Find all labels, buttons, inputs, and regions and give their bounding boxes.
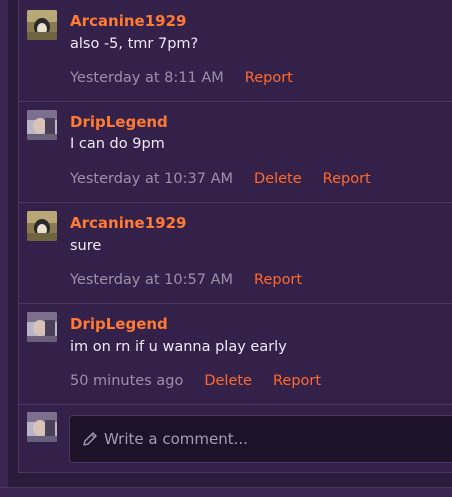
comment-author[interactable]: Arcanine1929 <box>70 214 186 232</box>
current-user-avatar-image <box>27 412 57 442</box>
comment-item: DripLegend im on rn if u wanna play earl… <box>19 304 452 405</box>
avatar-arcanine[interactable] <box>27 211 57 241</box>
avatar-arcanine[interactable] <box>27 10 57 40</box>
page: Arcanine1929 also -5, tmr 7pm? Yesterday… <box>0 0 452 497</box>
comment-meta: Yesterday at 10:57 AM Report <box>70 272 302 288</box>
avatar-driplegend-image <box>27 312 57 342</box>
comment-timestamp[interactable]: Yesterday at 8:11 AM <box>70 70 224 86</box>
comment-thread: Arcanine1929 also -5, tmr 7pm? Yesterday… <box>18 0 452 473</box>
comment-item: DripLegend I can do 9pm Yesterday at 10:… <box>19 102 452 203</box>
left-rail <box>0 0 8 497</box>
comment-text: I can do 9pm <box>70 136 165 152</box>
bottom-bar <box>0 487 452 497</box>
comment-meta: Yesterday at 8:11 AM Report <box>70 70 293 86</box>
comment-timestamp[interactable]: 50 minutes ago <box>70 373 183 389</box>
report-link[interactable]: Report <box>245 70 293 86</box>
report-link[interactable]: Report <box>273 373 321 389</box>
comment-meta: 50 minutes ago Delete Report <box>70 373 321 389</box>
avatar-driplegend-image <box>27 110 57 140</box>
comment-author[interactable]: DripLegend <box>70 315 168 333</box>
comment-timestamp[interactable]: Yesterday at 10:57 AM <box>70 272 233 288</box>
comment-composer: Write a comment... <box>19 405 452 472</box>
delete-link[interactable]: Delete <box>204 373 252 389</box>
pencil-icon <box>82 431 98 447</box>
comment-text: sure <box>70 238 102 254</box>
comment-author[interactable]: DripLegend <box>70 113 168 131</box>
comment-item: Arcanine1929 sure Yesterday at 10:57 AM … <box>19 203 452 304</box>
avatar-driplegend[interactable] <box>27 110 57 140</box>
comment-timestamp[interactable]: Yesterday at 10:37 AM <box>70 171 233 187</box>
current-user-avatar <box>27 412 57 442</box>
comment-meta: Yesterday at 10:37 AM Delete Report <box>70 171 371 187</box>
comment-item: Arcanine1929 also -5, tmr 7pm? Yesterday… <box>19 0 452 102</box>
report-link[interactable]: Report <box>254 272 302 288</box>
report-link[interactable]: Report <box>323 171 371 187</box>
comment-author[interactable]: Arcanine1929 <box>70 12 186 30</box>
comment-input-placeholder: Write a comment... <box>104 430 248 448</box>
comment-input[interactable]: Write a comment... <box>69 415 452 463</box>
avatar-arcanine-image <box>27 10 57 40</box>
avatar-arcanine-image <box>27 211 57 241</box>
comment-text: also -5, tmr 7pm? <box>70 36 199 52</box>
avatar-driplegend[interactable] <box>27 312 57 342</box>
comment-text: im on rn if u wanna play early <box>70 339 287 355</box>
delete-link[interactable]: Delete <box>254 171 302 187</box>
